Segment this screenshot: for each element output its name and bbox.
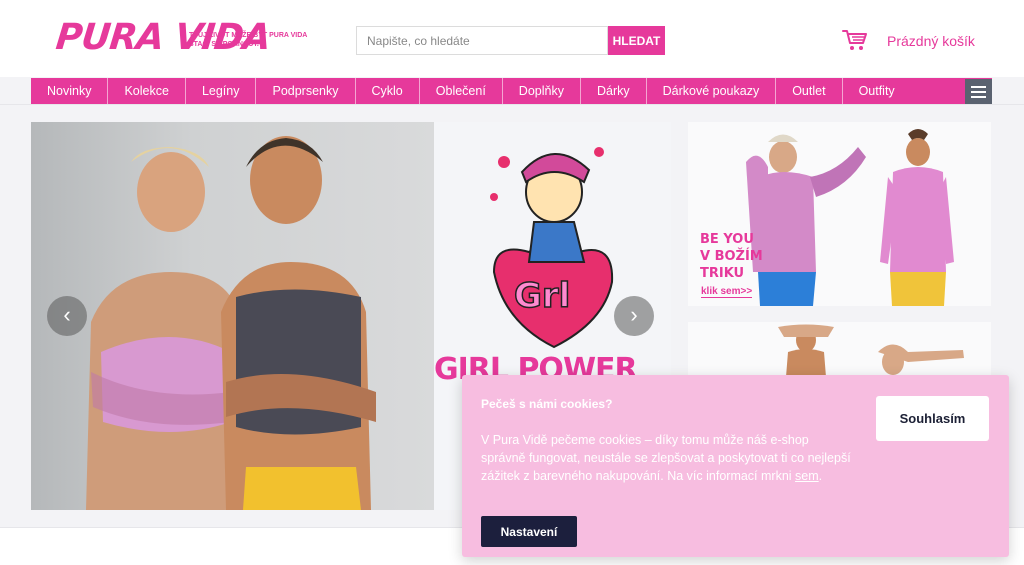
nav-item-outfity[interactable]: Outfity — [843, 78, 911, 104]
shopping-cart-icon[interactable] — [842, 29, 868, 51]
promo-line-3: TRIKU — [700, 266, 745, 281]
cookie-description: V Pura Vidě pečeme cookies – díky tomu m… — [481, 431, 851, 485]
nav-divider — [0, 104, 1024, 105]
nav-item-outlet[interactable]: Outlet — [776, 78, 843, 104]
nav-item-kolekce[interactable]: Kolekce — [108, 78, 186, 104]
hero-models-illustration — [86, 136, 376, 510]
nav-item-doplnky[interactable]: Doplňky — [503, 78, 581, 104]
cookie-settings-button[interactable]: Nastavení — [481, 516, 577, 547]
nav-item-cyklo[interactable]: Cyklo — [356, 78, 420, 104]
promo-line-1: BE YOU — [700, 232, 754, 247]
cookie-title: Pečeš s námi cookies? — [481, 397, 613, 411]
cookie-consent-banner: Pečeš s námi cookies? V Pura Vidě pečeme… — [462, 375, 1009, 557]
graphic-lettering: Grl — [514, 276, 570, 316]
cookie-more-link[interactable]: sem — [795, 469, 819, 483]
cookie-agree-button[interactable]: Souhlasím — [876, 396, 989, 441]
slider-next-button[interactable]: › — [614, 296, 654, 336]
nav-item-obleceni[interactable]: Oblečení — [420, 78, 503, 104]
cart-label[interactable]: Prázdný košík — [887, 33, 975, 49]
nav-item-darky[interactable]: Dárky — [581, 78, 647, 104]
hero-photo — [31, 122, 434, 510]
main-navigation: Novinky Kolekce Legíny Podprsenky Cyklo … — [31, 78, 992, 104]
nav-item-novinky[interactable]: Novinky — [31, 78, 109, 104]
cookie-text-period: . — [818, 469, 823, 483]
promo-link[interactable]: klik sem>> — [701, 286, 753, 298]
search-button[interactable]: HLEDAT — [608, 26, 665, 55]
promo-banner-triko[interactable]: BE YOU V BOŽÍM TRIKU klik sem>> — [688, 122, 991, 306]
search-input[interactable] — [356, 26, 608, 55]
nav-item-podprsenky[interactable]: Podprsenky — [256, 78, 356, 104]
nav-item-darkove-poukazy[interactable]: Dárkové poukazy — [647, 78, 777, 104]
slider-prev-button[interactable]: ‹ — [47, 296, 87, 336]
site-header: PURA VIDA TVŮJ ŽIVOT MŮŽE BÝT PURA VIDA … — [0, 0, 1024, 77]
promo-headline: BE YOU V BOŽÍM TRIKU — [700, 231, 763, 282]
nav-item-leginy[interactable]: Legíny — [186, 78, 257, 104]
hamburger-menu-icon[interactable] — [965, 79, 992, 104]
promo-line-2: V BOŽÍM — [700, 249, 763, 264]
logo-tagline: TVŮJ ŽIVOT MŮŽE BÝT PURA VIDA STAČÍ SE P… — [189, 32, 308, 48]
